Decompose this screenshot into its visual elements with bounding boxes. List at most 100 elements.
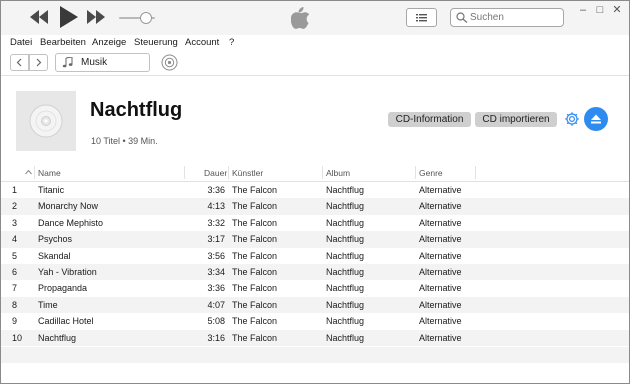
column-header-album[interactable]: Album: [326, 168, 350, 178]
table-row[interactable]: 8 Time 4:07 The Falcon Nachtflug Alterna…: [1, 296, 629, 314]
column-divider[interactable]: [415, 166, 416, 179]
table-row[interactable]: 10 Nachtflug 3:16 The Falcon Nachtflug A…: [1, 329, 629, 346]
apple-logo-icon: [291, 7, 309, 29]
track-duration: 4:07: [207, 299, 225, 310]
track-name: Psychos: [38, 234, 73, 245]
track-album: Nachtflug: [326, 250, 365, 261]
table-header: Name Dauer Künstler Album Genre: [1, 164, 629, 182]
track-artist: The Falcon: [232, 283, 278, 294]
column-divider[interactable]: [322, 166, 323, 179]
track-name: Nachtflug: [38, 332, 77, 343]
track-duration: 3:34: [207, 266, 225, 277]
track-genre: Alternative: [419, 234, 462, 245]
play-icon[interactable]: [58, 6, 78, 28]
maximize-icon[interactable]: □: [593, 4, 607, 16]
track-duration: 3:36: [207, 185, 225, 195]
close-icon[interactable]: ✕: [610, 4, 624, 16]
menu-steuerung[interactable]: Steuerung: [134, 37, 178, 48]
cd-icon: [29, 104, 63, 138]
list-view-icon: [416, 14, 427, 22]
album-artwork: [16, 91, 76, 151]
track-name: Propaganda: [38, 283, 88, 294]
track-artist: The Falcon: [232, 234, 278, 245]
volume-slider[interactable]: [119, 12, 157, 24]
column-header-duration[interactable]: Dauer: [204, 168, 227, 178]
table-row[interactable]: 2 Monarchy Now 4:13 The Falcon Nachtflug…: [1, 198, 629, 215]
track-artist: The Falcon: [232, 316, 278, 327]
column-divider[interactable]: [184, 166, 185, 179]
table-row[interactable]: 9 Cadillac Hotel 5:08 The Falcon Nachtfl…: [1, 313, 629, 329]
menu-help[interactable]: ?: [229, 37, 234, 48]
track-genre: Alternative: [419, 266, 462, 277]
radio-icon[interactable]: [161, 54, 178, 71]
next-track-icon[interactable]: [87, 10, 105, 24]
forward-arrow-icon: [36, 58, 42, 67]
sort-arrow-icon[interactable]: [25, 169, 32, 175]
table-row[interactable]: 7 Propaganda 3:36 The Falcon Nachtflug A…: [1, 280, 629, 296]
track-duration: 3:17: [207, 234, 225, 245]
music-note-icon: [62, 57, 73, 68]
table-row[interactable]: 6 Yah - Vibration 3:34 The Falcon Nachtf…: [1, 263, 629, 281]
column-header-name[interactable]: Name: [38, 168, 61, 178]
minimize-icon[interactable]: –: [576, 4, 590, 16]
track-artist: The Falcon: [232, 266, 278, 277]
column-divider[interactable]: [475, 166, 476, 179]
track-album: Nachtflug: [326, 316, 365, 327]
search-box[interactable]: [450, 8, 564, 27]
track-genre: Alternative: [419, 316, 462, 327]
menu-bar: Datei Bearbeiten Anzeige Steuerung Accou…: [1, 35, 629, 50]
track-table: Name Dauer Künstler Album Genre 1 Titani…: [1, 164, 629, 346]
track-artist: The Falcon: [232, 332, 278, 343]
gear-icon[interactable]: [564, 111, 580, 127]
menu-datei[interactable]: Datei: [10, 37, 32, 48]
track-number: 2: [12, 201, 18, 212]
menu-anzeige[interactable]: Anzeige: [92, 37, 126, 48]
track-duration: 3:32: [207, 217, 225, 228]
menu-account[interactable]: Account: [185, 37, 219, 48]
track-genre: Alternative: [419, 299, 462, 310]
track-name: Titanic: [38, 185, 65, 195]
back-button[interactable]: [10, 54, 29, 71]
track-number: 10: [12, 332, 23, 343]
album-summary: 10 Titel • 39 Min.: [91, 136, 158, 146]
track-duration: 3:36: [207, 283, 225, 294]
search-input[interactable]: [470, 10, 558, 24]
eject-icon: [591, 114, 601, 124]
track-name: Monarchy Now: [38, 201, 99, 212]
track-artist: The Falcon: [232, 201, 278, 212]
eject-button[interactable]: [584, 107, 608, 131]
column-divider[interactable]: [228, 166, 229, 179]
track-artist: The Falcon: [232, 299, 278, 310]
track-duration: 5:08: [207, 316, 225, 327]
empty-row-area: [1, 347, 629, 363]
table-row[interactable]: 1 Titanic 3:36 The Falcon Nachtflug Alte…: [1, 182, 629, 198]
import-cd-button[interactable]: CD importieren: [475, 112, 557, 127]
media-type-selector[interactable]: Musik: [55, 53, 150, 72]
volume-knob[interactable]: [140, 12, 152, 24]
table-row[interactable]: 4 Psychos 3:17 The Falcon Nachtflug Alte…: [1, 231, 629, 248]
navigation-bar: Musik: [1, 50, 629, 76]
track-album: Nachtflug: [326, 217, 365, 228]
search-icon: [456, 12, 468, 23]
track-album: Nachtflug: [326, 266, 365, 277]
track-number: 3: [12, 217, 18, 228]
track-duration: 3:56: [207, 250, 225, 261]
track-list: 1 Titanic 3:36 The Falcon Nachtflug Alte…: [1, 182, 629, 346]
menu-bearbeiten[interactable]: Bearbeiten: [40, 37, 86, 48]
table-row[interactable]: 3 Dance Mephisto 3:32 The Falcon Nachtfl…: [1, 215, 629, 231]
forward-button[interactable]: [29, 54, 48, 71]
list-view-button[interactable]: [406, 8, 437, 27]
column-header-artist[interactable]: Künstler: [232, 168, 263, 178]
back-arrow-icon: [16, 58, 22, 67]
track-album: Nachtflug: [326, 283, 365, 294]
previous-track-icon[interactable]: [30, 10, 48, 24]
cd-information-button[interactable]: CD-Information: [388, 112, 471, 127]
track-genre: Alternative: [419, 201, 462, 212]
track-album: Nachtflug: [326, 201, 365, 212]
table-row[interactable]: 5 Skandal 3:56 The Falcon Nachtflug Alte…: [1, 248, 629, 264]
album-header: Nachtflug 10 Titel • 39 Min. CD-Informat…: [1, 76, 629, 162]
column-header-genre[interactable]: Genre: [419, 168, 443, 178]
track-number: 7: [12, 283, 18, 294]
column-divider[interactable]: [34, 166, 35, 179]
track-number: 1: [12, 185, 18, 195]
